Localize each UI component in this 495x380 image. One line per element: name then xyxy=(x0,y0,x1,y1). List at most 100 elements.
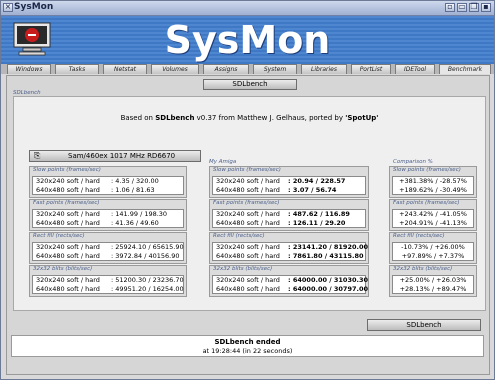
comp-rect-fill-group: Rect fill (rects/sec) -10.73% / +26.00% … xyxy=(389,232,477,264)
res-label: 320x240 soft / hard xyxy=(216,276,280,284)
mine-rect-fill-field: 320x240 soft / hard: 23141.20 / 81920.00… xyxy=(212,242,368,261)
value: : 4.35 / 320.00 xyxy=(111,177,159,185)
tab-benchmark[interactable]: Benchmark xyxy=(439,64,491,74)
iconify-icon: ▫ xyxy=(447,2,453,11)
title-bar[interactable]: × SysMon ▫ ▭ ❐ ▪ xyxy=(1,1,494,16)
info-porter: 'SpotUp' xyxy=(345,114,379,122)
status-line-1: SDLbench ended xyxy=(214,338,281,346)
info-suffix: v0.37 from Matthew J. Gelhaus, ported by xyxy=(194,114,346,122)
value: : 141.99 / 198.30 xyxy=(111,210,168,218)
depth-button[interactable]: ❐ xyxy=(469,2,479,12)
comp-blits-field: +25.00% / +26.03% +28.13% / +89.47% xyxy=(392,275,474,294)
value: +97.89% / +7.37% xyxy=(401,252,465,260)
iconify-button[interactable]: ▫ xyxy=(445,2,455,12)
value: : 51200.30 / 23236.70 xyxy=(111,276,184,284)
tab-volumes[interactable]: Volumes xyxy=(151,64,199,74)
group-title: Slow points (frames/sec) xyxy=(33,167,101,173)
res-label: 320x240 soft / hard xyxy=(216,210,280,218)
group-title: 32x32 blits (blits/sec) xyxy=(213,266,273,272)
machine-selector-label: Sam/460ex 1017 MHz RD6670 xyxy=(68,152,176,160)
machine-selector[interactable]: ⎘ Sam/460ex 1017 MHz RD6670 xyxy=(29,150,201,162)
status-line-2: at 19:28:44 (in 22 seconds) xyxy=(202,347,293,355)
group-title: Fast points (frames/sec) xyxy=(213,200,280,206)
mine-blits-group: 32x32 blits (blits/sec) 320x240 soft / h… xyxy=(209,265,369,297)
tab-bar: Windows Tasks Netstat Volumes Assigns Sy… xyxy=(1,64,494,74)
res-label: 640x480 soft / hard xyxy=(216,186,280,194)
mine-blits-field: 320x240 soft / hard : 64000.00 / 31030.30… xyxy=(212,275,369,294)
sdlbench-tab-button[interactable]: SDLbench xyxy=(203,79,297,90)
sdlbench-tab-label: SDLbench xyxy=(232,80,268,88)
group-title: Slow points (frames/sec) xyxy=(393,167,461,173)
tab-netstat[interactable]: Netstat xyxy=(103,64,147,74)
comparison-label: Comparison % xyxy=(393,159,433,165)
res-label: 640x480 soft / hard xyxy=(36,252,100,260)
snapshot-button[interactable]: ▪ xyxy=(481,2,491,12)
ref-blits-group: 32x32 blits (blits/sec) 320x240 soft / h… xyxy=(29,265,187,297)
tab-system[interactable]: System xyxy=(253,64,297,74)
tab-portlist[interactable]: PortList xyxy=(351,64,391,74)
value: +28.13% / +89.47% xyxy=(399,285,467,293)
value: : 41.36 / 49.60 xyxy=(111,219,159,227)
res-label: 320x240 soft / hard xyxy=(36,177,100,185)
ref-fast-points-field: 320x240 soft / hard: 141.99 / 198.30 640… xyxy=(32,209,184,228)
group-title: Fast points (frames/sec) xyxy=(393,200,460,206)
info-name: SDLbench xyxy=(155,114,195,122)
group-title: Rect fill (rects/sec) xyxy=(213,233,265,239)
comp-rect-fill-field: -10.73% / +26.00% +97.89% / +7.37% xyxy=(392,242,474,261)
depth-icon: ❐ xyxy=(470,2,478,11)
status-box: SDLbench ended at 19:28:44 (in 22 second… xyxy=(11,335,484,357)
res-label: 640x480 soft / hard xyxy=(36,285,100,293)
res-label: 640x480 soft / hard xyxy=(216,285,280,293)
tab-tasks[interactable]: Tasks xyxy=(55,64,99,74)
ref-slow-points-group: Slow points (frames/sec) 320x240 soft / … xyxy=(29,166,187,198)
group-title: Slow points (frames/sec) xyxy=(213,167,281,173)
ref-fast-points-group: Fast points (frames/sec) 320x240 soft / … xyxy=(29,199,187,231)
value: : 49951.20 / 16254.00 xyxy=(111,285,184,293)
comp-fast-points-group: Fast points (frames/sec) +243.42% / -41.… xyxy=(389,199,477,231)
ref-blits-field: 320x240 soft / hard : 51200.30 / 23236.70… xyxy=(32,275,184,294)
value: : 126.11 / 29.20 xyxy=(288,219,346,227)
ref-rect-fill-field: 320x240 soft / hard: 25924.10 / 65615.90… xyxy=(32,242,184,261)
value: : 64000.00 / 30797.00 xyxy=(288,285,369,293)
zoom-button[interactable]: ▭ xyxy=(457,2,467,12)
zoom-icon: ▭ xyxy=(458,2,466,11)
comp-fast-points-field: +243.42% / -41.05% +204.91% / -41.13% xyxy=(392,209,474,228)
mine-rect-fill-group: Rect fill (rects/sec) 320x240 soft / har… xyxy=(209,232,369,264)
value: : 7861.80 / 43115.80 xyxy=(288,252,364,260)
ref-rect-fill-group: Rect fill (rects/sec) 320x240 soft / har… xyxy=(29,232,187,264)
res-label: 320x240 soft / hard xyxy=(36,243,100,251)
my-amiga-label: My Amiga xyxy=(209,159,237,165)
res-label: 320x240 soft / hard xyxy=(36,276,100,284)
value: : 1.06 / 81.63 xyxy=(111,186,155,194)
tab-windows[interactable]: Windows xyxy=(7,64,51,74)
run-sdlbench-button[interactable]: SDLbench xyxy=(367,319,481,331)
banner-title: SysMon xyxy=(164,18,331,62)
comp-slow-points-field: +381.38% / -28.57% +189.62% / -30.49% xyxy=(392,176,474,195)
tab-idetool[interactable]: IDETool xyxy=(395,64,435,74)
group-title: 32x32 blits (blits/sec) xyxy=(393,266,453,272)
tab-libraries[interactable]: Libraries xyxy=(301,64,347,74)
group-title: Fast points (frames/sec) xyxy=(33,200,100,206)
value: +243.42% / -41.05% xyxy=(399,210,467,218)
value: +189.62% / -30.49% xyxy=(399,186,467,194)
mine-fast-points-group: Fast points (frames/sec) 320x240 soft / … xyxy=(209,199,369,231)
window-title: SysMon xyxy=(14,2,54,12)
group-title: Rect fill (rects/sec) xyxy=(33,233,85,239)
tab-assigns[interactable]: Assigns xyxy=(203,64,249,74)
value: : 20.94 / 228.57 xyxy=(288,177,346,185)
res-label: 320x240 soft / hard xyxy=(36,210,100,218)
info-prefix: Based on xyxy=(120,114,156,122)
info-line: Based on SDLbench v0.37 from Matthew J. … xyxy=(14,114,485,122)
comp-blits-group: 32x32 blits (blits/sec) +25.00% / +26.03… xyxy=(389,265,477,297)
value: : 487.62 / 116.89 xyxy=(288,210,350,218)
res-label: 320x240 soft / hard xyxy=(216,177,280,185)
res-label: 640x480 soft / hard xyxy=(216,252,280,260)
value: : 3.07 / 56.74 xyxy=(288,186,337,194)
comp-slow-points-group: Slow points (frames/sec) +381.38% / -28.… xyxy=(389,166,477,198)
mine-slow-points-group: Slow points (frames/sec) 320x240 soft / … xyxy=(209,166,369,198)
value: : 3972.84 / 40156.90 xyxy=(111,252,180,260)
run-sdlbench-label: SDLbench xyxy=(406,321,442,329)
close-button[interactable]: × xyxy=(3,2,13,12)
res-label: 640x480 soft / hard xyxy=(216,219,280,227)
value: : 64000.00 / 31030.30 xyxy=(288,276,369,284)
